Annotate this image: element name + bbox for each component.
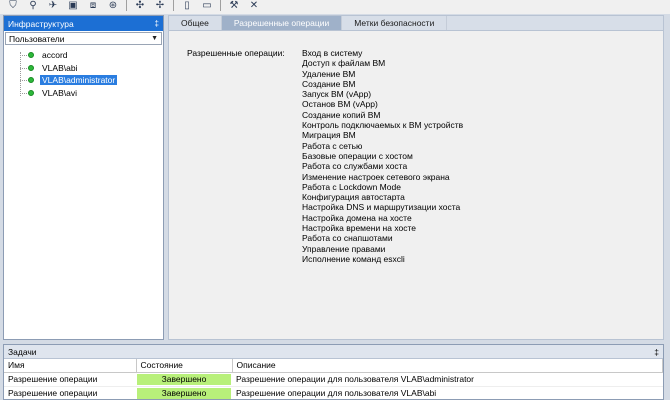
permission-item: Работа со снапшотами — [302, 233, 393, 244]
pin-icon[interactable]: ✈ — [44, 0, 62, 12]
package-icon[interactable]: ⧈ — [84, 0, 102, 12]
chevron-down-icon: ▼ — [151, 35, 158, 42]
tree-item-user[interactable]: VLAB\avi — [4, 87, 163, 100]
infrastructure-panel-header: Инфраструктура ‡ — [4, 16, 163, 31]
tab-allowed-operations[interactable]: Разрешенные операции — [221, 16, 343, 30]
box-icon[interactable]: ▣ — [64, 0, 82, 12]
tasks-title: Задачи — [8, 346, 37, 357]
users-tree: accord VLAB\abi VLAB\administrator VLAB\… — [4, 45, 163, 99]
task-description: Разрешение операции для пользователя VLA… — [232, 372, 663, 387]
permission-item: Миграция ВМ — [302, 130, 356, 141]
tasks-panel: Задачи ‡ Имя Состояние Описание Разрешен… — [3, 344, 664, 400]
permission-item: Работа с Lockdown Mode — [302, 181, 401, 192]
tree-item-label: VLAB\administrator — [40, 75, 118, 86]
details-tabs: Общее Разрешенные операции Метки безопас… — [169, 16, 663, 31]
object-type-dropdown[interactable]: Пользователи ▼ — [5, 32, 162, 45]
details-panel: Общее Разрешенные операции Метки безопас… — [168, 15, 664, 340]
toolbar-separator — [126, 0, 127, 11]
main-toolbar: ⛉ ⚲ ✈ ▣ ⧈ ⊛ ✣ ✢ ▯ ▭ ⚒ ✕ — [0, 0, 670, 14]
tree-item-label: accord — [42, 50, 68, 61]
permission-item: Вход в систему — [302, 48, 363, 58]
infrastructure-panel: Инфраструктура ‡ Пользователи ▼ accord V… — [3, 15, 164, 340]
table-row[interactable]: Разрешение операции Завершено Разрешение… — [4, 386, 663, 400]
permission-item: Запуск ВМ (vApp) — [302, 89, 372, 100]
permission-item: Базовые операции с хостом — [302, 150, 413, 161]
permission-item: Останов ВМ (vApp) — [302, 99, 378, 110]
tree-item-user-selected[interactable]: VLAB\administrator — [4, 74, 163, 87]
permission-item: Настройка DNS и маршрутизации хоста — [302, 202, 461, 213]
status-online-icon — [28, 64, 34, 71]
task-name: Разрешение операции — [4, 386, 136, 400]
shield-icon[interactable]: ⛉ — [4, 0, 22, 12]
dropdown-value: Пользователи — [9, 33, 65, 44]
screen-icon[interactable]: ▭ — [198, 0, 216, 12]
status-online-icon — [28, 89, 34, 96]
permission-item: Создание копий ВМ — [302, 109, 381, 120]
network-icon[interactable]: ✢ — [151, 0, 169, 12]
column-header-description[interactable]: Описание — [232, 359, 663, 373]
permission-item: Управление правами — [302, 243, 386, 254]
document-icon[interactable]: ▯ — [178, 0, 196, 12]
permission-item: Контроль подключаемых к ВМ устройств — [302, 120, 464, 131]
toolbar-separator — [173, 0, 174, 11]
permission-item: Исполнение команд esxcli — [302, 253, 405, 264]
tasks-panel-header: Задачи ‡ — [4, 345, 663, 359]
tab-general[interactable]: Общее — [169, 16, 222, 30]
permission-item: Настройка времени на хосте — [302, 223, 416, 234]
tree-item-label: VLAB\avi — [42, 87, 77, 98]
permission-item: Настройка домена на хосте — [302, 212, 412, 223]
tab-security-labels[interactable]: Метки безопасности — [342, 16, 448, 30]
pin-panel-icon[interactable]: ‡ — [654, 347, 659, 357]
tools-icon[interactable]: ✕ — [245, 0, 263, 12]
target-icon[interactable]: ⊛ — [104, 0, 122, 12]
permission-item: Работа с сетью — [302, 140, 363, 151]
permissions-list: Вход в систему Доступ к файлам ВМ Удаление… — [302, 48, 463, 264]
permission-item: Изменение настроек сетевого экрана — [302, 171, 450, 182]
status-badge: Завершено — [137, 373, 231, 385]
search-icon[interactable]: ⚲ — [24, 0, 42, 12]
permission-item: Удаление ВМ — [302, 68, 356, 79]
column-header-status[interactable]: Состояние — [136, 359, 233, 373]
tool-icon[interactable]: ⚒ — [225, 0, 243, 12]
status-online-icon — [28, 52, 34, 59]
task-description: Разрешение операции для пользователя VLA… — [232, 386, 663, 400]
infrastructure-title: Инфраструктура — [8, 18, 74, 29]
column-header-name[interactable]: Имя — [4, 359, 137, 373]
pin-panel-icon[interactable]: ‡ — [155, 19, 159, 28]
tree-item-user[interactable]: accord — [4, 49, 163, 62]
status-online-icon — [28, 77, 34, 84]
permission-item: Доступ к файлам ВМ — [302, 58, 386, 69]
toolbar-separator — [220, 0, 221, 11]
task-name: Разрешение операции — [4, 372, 136, 387]
tree-item-label: VLAB\abi — [42, 62, 78, 73]
network-icon[interactable]: ✣ — [131, 0, 149, 12]
permission-item: Работа со службами хоста — [302, 161, 408, 172]
tasks-table: Имя Состояние Описание Разрешение операц… — [4, 359, 663, 400]
tree-item-user[interactable]: VLAB\abi — [4, 62, 163, 75]
permission-item: Конфигурация автостарта — [302, 192, 405, 203]
permission-item: Создание ВМ — [302, 78, 356, 89]
permissions-label: Разрешенные операции: — [187, 48, 285, 58]
status-badge: Завершено — [137, 387, 231, 399]
table-row[interactable]: Разрешение операции Завершено Разрешение… — [4, 372, 663, 387]
